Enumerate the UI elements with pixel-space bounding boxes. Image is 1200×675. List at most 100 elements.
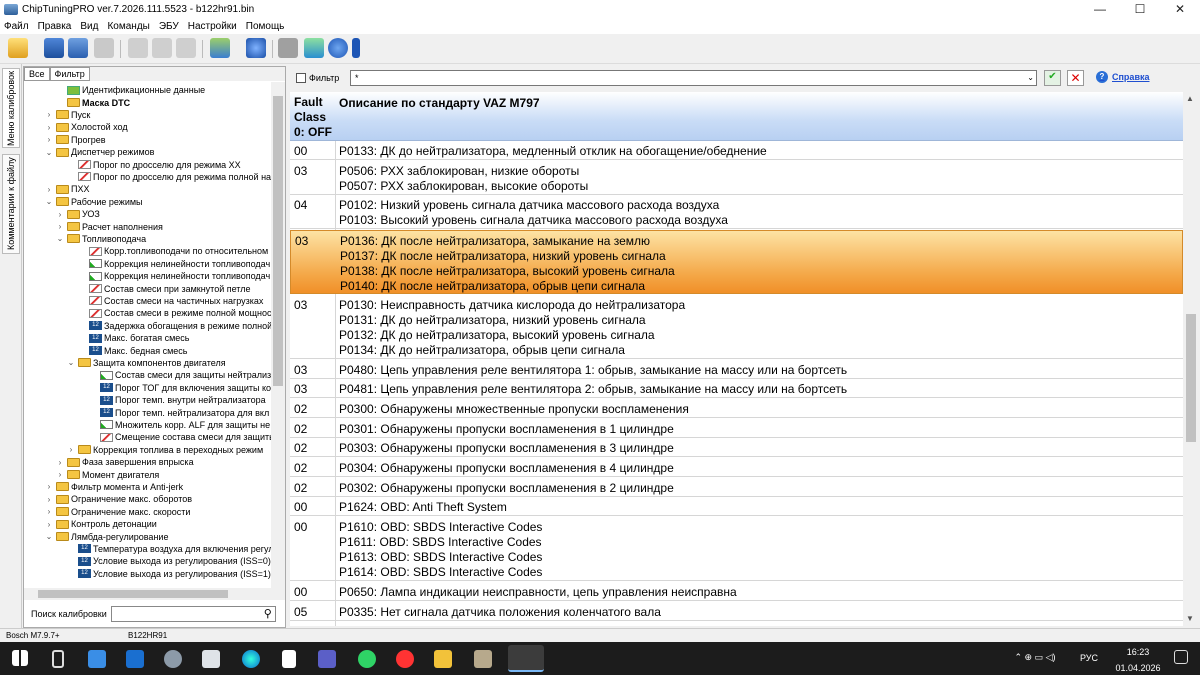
fault-class-cell[interactable]: 02 <box>294 441 307 456</box>
tree-node[interactable]: Состав смеси на частичных нагрузках <box>78 295 263 307</box>
table-row[interactable]: 05 P0335: Нет сигнала датчика положения к… <box>290 602 1183 621</box>
chevron-right-icon[interactable]: › <box>56 210 64 219</box>
tree-node[interactable]: Коррекция нелинейности топливоподач <box>78 270 270 282</box>
chevron-down-icon[interactable]: ⌄ <box>67 358 75 367</box>
chevron-right-icon[interactable]: › <box>45 495 53 504</box>
filter-input[interactable]: * ⌄ <box>350 70 1037 86</box>
chevron-down-icon[interactable]: ⌄ <box>45 148 53 157</box>
filter-checkbox[interactable] <box>296 73 306 83</box>
tab-file-comments[interactable]: Комментарии к файлу <box>2 154 20 254</box>
tree-node[interactable]: › Холостой ход <box>45 121 128 133</box>
fault-class-cell[interactable]: 00 <box>294 585 307 600</box>
tree-node[interactable]: › Прогрев <box>45 134 106 146</box>
clock[interactable]: 16:23 01.04.2026 <box>1108 647 1168 673</box>
tree-node[interactable]: Множитель корр. ALF для защиты не <box>89 419 270 431</box>
tree-node[interactable]: ⌄ Рабочие режимы <box>45 196 143 208</box>
tree-node[interactable]: › Ограничение макс. оборотов <box>45 493 192 505</box>
chevron-down-icon[interactable]: ⌄ <box>45 532 53 541</box>
table-row[interactable]: 02 P0300: Обнаружены множественные пропус… <box>290 399 1183 418</box>
tree-node[interactable]: 12 Условие выхода из регулирования (ISS=1… <box>67 568 271 580</box>
maximize-button[interactable]: ☐ <box>1120 0 1160 18</box>
fault-class-cell[interactable]: 05 <box>294 624 307 626</box>
table-row[interactable]: 04 P0102: Низкий уровень сигнала датчика … <box>290 195 1183 230</box>
minimize-button[interactable]: — <box>1080 0 1120 18</box>
chevron-right-icon[interactable]: › <box>67 445 75 454</box>
save-icon[interactable] <box>44 38 64 58</box>
search-input[interactable]: ⚲ <box>110 606 276 622</box>
tree-node[interactable]: 12 Порог ТОГ для включения защиты ко <box>89 382 271 394</box>
copy-icon[interactable] <box>128 38 148 58</box>
tree-node[interactable]: 12 Порог темп. внутри нейтрализатора <box>89 394 266 406</box>
tree-node[interactable]: › Контроль детонации <box>45 518 157 530</box>
fault-class-cell[interactable]: 00 <box>294 144 307 159</box>
tree-node[interactable]: Порог по дросселю для режима XX <box>67 158 241 170</box>
fault-class-cell[interactable]: 05 <box>294 605 307 620</box>
app-icon-cycle[interactable] <box>164 650 182 668</box>
apply-filter-button[interactable]: ✔ <box>1044 70 1061 86</box>
menu-settings[interactable]: Настройки <box>188 21 237 32</box>
table-row[interactable]: 02 P0301: Обнаружены пропуски воспламенен… <box>290 419 1183 438</box>
paste-icon[interactable] <box>152 38 172 58</box>
fault-class-cell[interactable]: 02 <box>294 461 307 476</box>
close-button[interactable]: ✕ <box>1160 0 1200 18</box>
fault-class-cell[interactable]: 03 <box>294 164 307 179</box>
table-row[interactable]: 00 P1624: OBD: Anti Theft System <box>290 497 1183 517</box>
undo-icon[interactable] <box>176 38 196 58</box>
menu-help[interactable]: Помощь <box>246 21 285 32</box>
table-row[interactable]: 03 P0480: Цепь управления реле вентилятор… <box>290 360 1183 379</box>
table-row[interactable]: 00 P0650: Лампа индикации неисправности, … <box>290 582 1183 601</box>
tree-node[interactable]: › Пуск <box>45 109 91 121</box>
tree-node[interactable]: 12 Температура воздуха для включения регу… <box>67 543 271 555</box>
tree-node[interactable]: Идентификационные данные <box>56 84 205 96</box>
tree-node[interactable]: 12 Задержка обогащения в режиме полной <box>78 320 271 332</box>
tree-node[interactable]: › Момент двигателя <box>56 468 160 480</box>
tree-vertical-scrollbar[interactable] <box>271 82 285 588</box>
tree-node[interactable]: Состав смеси в режиме полной мощност <box>78 307 271 319</box>
table-row[interactable]: 03 P0130: Неисправность датчика кислорода… <box>290 295 1183 359</box>
menu-edit[interactable]: Правка <box>38 21 72 32</box>
menu-file[interactable]: Файл <box>4 21 29 32</box>
tree-node[interactable]: › Коррекция топлива в переходных режим <box>67 444 263 456</box>
edge-icon[interactable] <box>242 650 260 668</box>
tree-node[interactable]: › Фильтр момента и Anti-jerk <box>45 481 184 493</box>
chevron-right-icon[interactable]: › <box>45 135 53 144</box>
tree-node[interactable]: › Расчет наполнения <box>56 220 163 232</box>
fault-class-cell[interactable]: 03 <box>294 298 307 313</box>
document-icon[interactable] <box>282 650 296 668</box>
toolbar-dropdown-icon[interactable] <box>352 38 360 58</box>
chiptuningpro-task-icon[interactable] <box>508 645 544 672</box>
table-row[interactable]: 05 P0530: Неисправность цепи датчика давл… <box>290 621 1183 626</box>
windows-start-icon[interactable] <box>12 650 28 666</box>
fault-class-cell[interactable]: 00 <box>294 500 307 515</box>
fault-class-cell[interactable]: 03 <box>294 382 307 397</box>
table-row[interactable]: 03 P0481: Цепь управления реле вентилятор… <box>290 379 1183 399</box>
scroll-down-icon[interactable]: ▼ <box>1186 614 1194 623</box>
task-view-icon[interactable] <box>52 650 64 668</box>
system-tray-icons[interactable]: ⌃ ⊕ ▭ ◁) <box>1000 652 1070 663</box>
open-file-icon[interactable] <box>8 38 28 58</box>
tab-all[interactable]: Все <box>24 67 50 81</box>
fault-class-cell[interactable]: 02 <box>294 422 307 437</box>
help-link[interactable]: ? Справка <box>1096 71 1149 83</box>
chevron-right-icon[interactable]: › <box>45 520 53 529</box>
tab-filter[interactable]: Фильтр <box>49 67 90 81</box>
refresh-icon[interactable] <box>304 38 324 58</box>
tree-node[interactable]: Состав смеси для защиты нейтрализ <box>89 369 271 381</box>
table-scrollbar[interactable]: ▲ ▼ <box>1183 92 1198 626</box>
tree-node[interactable]: 12 Макс. бедная смесь <box>78 344 188 356</box>
tree-node[interactable]: Состав смеси при замкнутой петле <box>78 282 250 294</box>
fault-class-cell[interactable]: 02 <box>294 481 307 496</box>
chevron-right-icon[interactable]: › <box>56 470 64 479</box>
whatsapp-icon[interactable] <box>358 650 376 668</box>
menu-commands[interactable]: Команды <box>107 21 149 32</box>
app-icon-person[interactable] <box>474 650 492 668</box>
input-language[interactable]: РУС <box>1080 653 1098 663</box>
tree-node[interactable]: ⌄ Диспетчер режимов <box>45 146 155 158</box>
fault-class-cell[interactable]: 02 <box>294 402 307 417</box>
table-row-selected[interactable]: 03 P0136: ДК после нейтрализатора, замыка… <box>290 230 1183 295</box>
ecu-read-icon[interactable] <box>210 38 230 58</box>
tree-horizontal-scrollbar[interactable] <box>24 588 285 600</box>
teams-icon[interactable] <box>318 650 336 668</box>
table-row[interactable]: 02 P0303: Обнаружены пропуски воспламенен… <box>290 438 1183 458</box>
tools-icon[interactable] <box>278 38 298 58</box>
